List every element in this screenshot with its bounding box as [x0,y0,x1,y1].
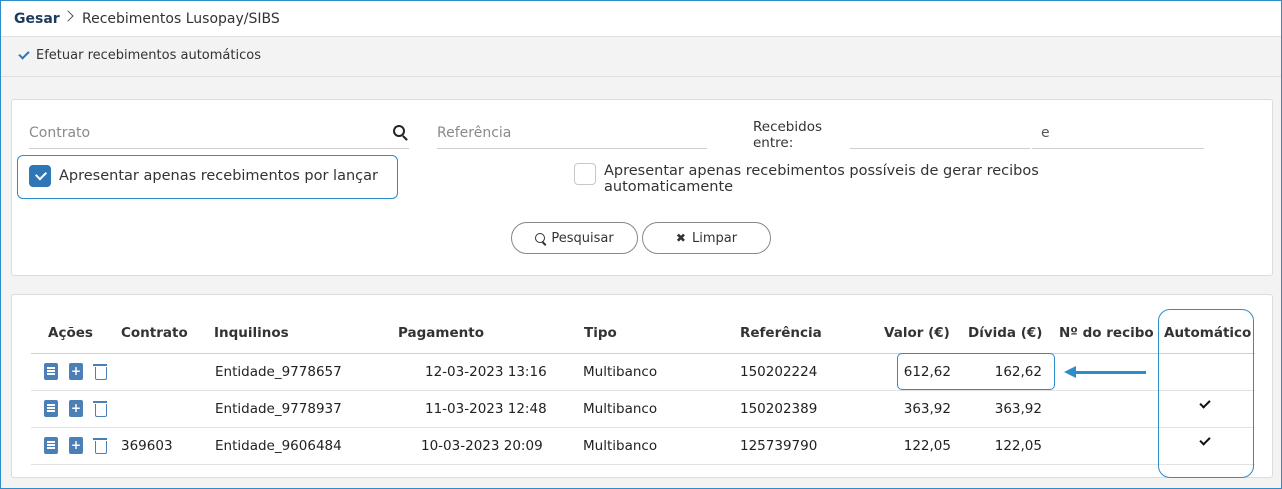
cell-inquilino: Entidade_9778937 [215,401,342,417]
header-referencia[interactable]: Referência [740,325,822,341]
gerar-recibos-checkbox[interactable] [574,163,596,185]
cell-pagamento: 10-03-2023 20:09 [421,438,543,454]
cell-contrato: 369603 [121,438,173,454]
header-recibo[interactable]: Nº do recibo [1059,325,1154,341]
recebidos-entre-label: Recebidos entre: [753,119,822,151]
cell-tipo: Multibanco [583,401,658,417]
chevron-right-icon [62,10,74,22]
add-document-icon[interactable] [69,400,83,417]
results-panel: Ações Contrato Inquilinos Pagamento Tipo… [11,294,1273,478]
por-lancar-checkbox-group[interactable]: Apresentar apenas recebimentos por lança… [29,165,378,187]
highlight-automatico [1158,309,1254,478]
recebidos-label-line2: entre: [753,135,794,151]
gerar-recibos-label: Apresentar apenas recebimentos possíveis… [604,163,1039,195]
limpar-button[interactable]: ✖ Limpar [642,222,771,254]
filters-panel: Recebidos entre: e Apresentar apenas rec… [11,99,1273,276]
gerar-recibos-checkbox-group[interactable]: Apresentar apenas recebimentos possíveis… [574,163,1039,195]
limpar-label: Limpar [691,230,738,246]
arrow-left-icon [1064,366,1076,378]
table-row[interactable]: Entidade_9778937 11-03-2023 12:48 Multib… [31,391,1255,428]
header-inquilinos[interactable]: Inquilinos [214,325,289,341]
date-from-input[interactable] [850,119,1030,147]
cell-valor: 122,05 [903,438,951,454]
cell-pagamento: 12-03-2023 13:16 [425,364,547,380]
header-acoes: Ações [48,325,93,341]
search-icon [535,233,546,243]
trash-icon[interactable] [93,437,107,454]
cell-tipo: Multibanco [583,438,658,454]
table-row[interactable]: 369603 Entidade_9606484 10-03-2023 20:09… [31,428,1255,465]
efetuar-recebimentos-action[interactable]: Efetuar recebimentos automáticos [36,48,261,63]
close-icon: ✖ [675,231,686,245]
cell-divida: 122,05 [994,438,1042,454]
gerar-recibos-label-line2: automaticamente [604,179,734,195]
header-pagamento[interactable]: Pagamento [398,325,484,341]
trash-icon[interactable] [93,363,107,380]
recebidos-label-line1: Recebidos [753,119,822,135]
header-valor[interactable]: Valor (€) [884,325,950,341]
date-to-input[interactable] [1032,119,1204,147]
highlight-valor-divida [897,353,1055,390]
cell-referencia: 150202224 [740,364,818,380]
breadcrumb-root[interactable]: Gesar [14,11,60,27]
cell-inquilino: Entidade_9606484 [215,438,342,454]
cell-referencia: 125739790 [740,438,818,454]
cell-valor: 363,92 [903,401,951,417]
cell-divida: 363,92 [994,401,1042,417]
document-icon[interactable] [44,363,58,380]
cell-inquilino: Entidade_9778657 [215,364,342,380]
document-icon[interactable] [44,437,58,454]
add-document-icon[interactable] [69,363,83,380]
document-icon[interactable] [44,400,58,417]
date-to-field [1032,119,1204,149]
header-tipo[interactable]: Tipo [584,325,617,341]
cell-referencia: 150202389 [740,401,818,417]
header-contrato[interactable]: Contrato [121,325,188,341]
pesquisar-label: Pesquisar [551,230,614,246]
referencia-input[interactable] [437,119,707,147]
cell-pagamento: 11-03-2023 12:48 [425,401,547,417]
check-icon [18,48,30,60]
contrato-field [29,119,409,149]
add-document-icon[interactable] [69,437,83,454]
search-icon[interactable] [393,125,405,137]
referencia-field [437,119,707,149]
top-bar: Gesar Recebimentos Lusopay/SIBS [1,1,1281,37]
contrato-input[interactable] [29,119,409,147]
arrow-line [1074,371,1146,374]
cell-tipo: Multibanco [583,364,658,380]
trash-icon[interactable] [93,400,107,417]
pesquisar-button[interactable]: Pesquisar [511,222,638,254]
action-bar[interactable]: Efetuar recebimentos automáticos [1,37,1281,77]
gerar-recibos-label-line1: Apresentar apenas recebimentos possíveis… [604,163,1039,179]
date-from-field [850,119,1030,149]
por-lancar-checkbox[interactable] [29,165,51,187]
por-lancar-label: Apresentar apenas recebimentos por lança… [59,168,378,184]
breadcrumb-page: Recebimentos Lusopay/SIBS [82,11,280,27]
header-divida[interactable]: Dívida (€) [968,325,1042,341]
